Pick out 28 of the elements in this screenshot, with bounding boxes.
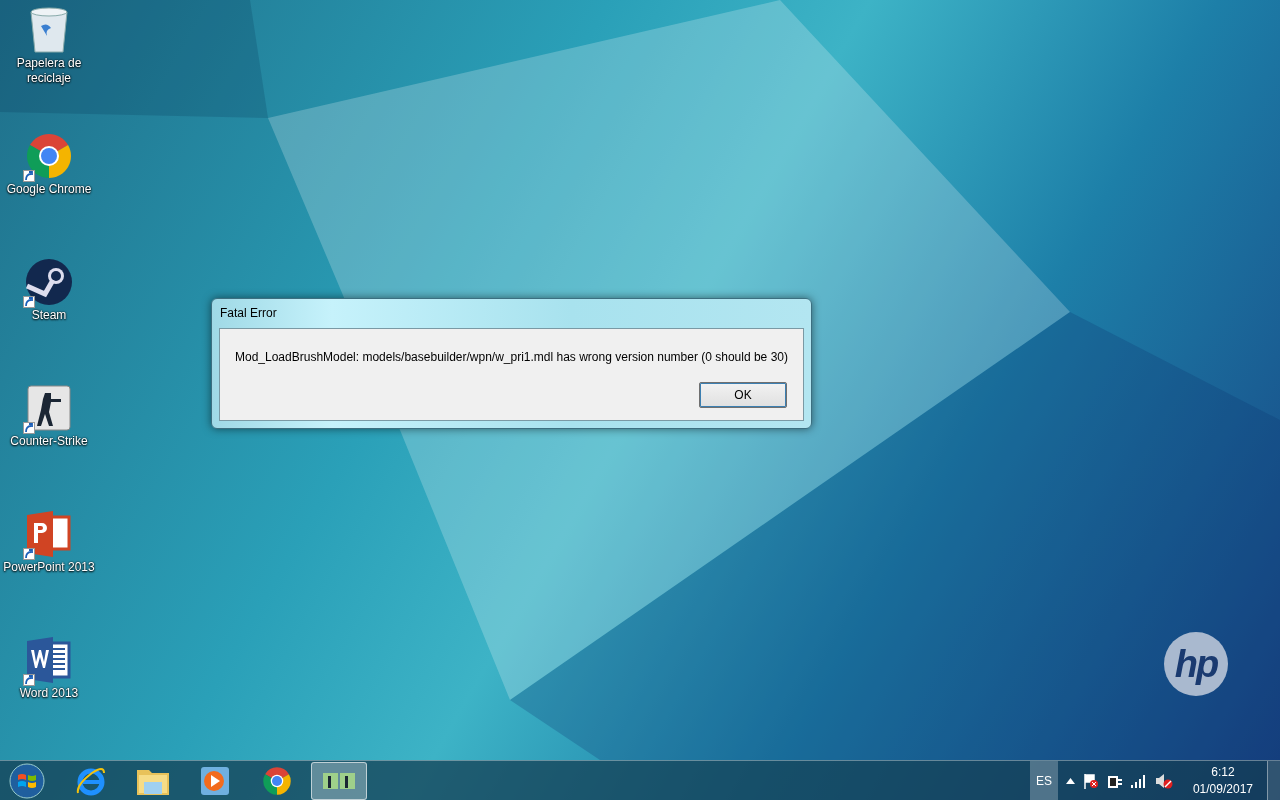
icon-label[interactable]: Papelera de reciclaje (14, 56, 84, 86)
presentation-icon[interactable] (25, 510, 73, 558)
browser-icon[interactable] (25, 132, 73, 180)
logo: hp (1164, 632, 1228, 696)
language-indicator[interactable]: ES (1029, 761, 1058, 800)
soldier-icon[interactable] (25, 384, 73, 432)
speaker-muted-icon[interactable] (1154, 772, 1173, 789)
clock-time[interactable]: 6:12 (1192, 763, 1253, 781)
signal-icon[interactable] (1130, 773, 1147, 788)
error-message: Mod_LoadBrushModel: models/basebuilder/wpn/w_pri1.mdl has wrong version number (0 should be 30) (235, 349, 788, 366)
icon-label[interactable]: PowerPoint 2013 (3, 560, 95, 575)
icon-label[interactable]: Google Chrome (6, 182, 92, 197)
play-icon (200, 765, 230, 796)
icon-label[interactable]: Steam (31, 308, 67, 323)
browser-icon (262, 765, 292, 796)
ok-button[interactable]: OK (699, 382, 787, 408)
icon-label[interactable]: Word 2013 (19, 686, 79, 701)
flag-icon[interactable] (1082, 772, 1099, 789)
start-orb-icon (9, 762, 45, 799)
game-icon (322, 770, 356, 791)
steam-icon[interactable] (25, 258, 73, 306)
up-arrow-icon[interactable] (1065, 777, 1075, 784)
document-icon[interactable] (25, 636, 73, 684)
show-desktop-button[interactable] (1267, 761, 1280, 800)
window-title: Fatal Error (219, 305, 278, 322)
icon-label[interactable]: Counter-Strike (10, 434, 88, 449)
clock-date[interactable]: 01/09/2017 (1192, 780, 1253, 798)
taskbar-button[interactable] (311, 761, 367, 800)
